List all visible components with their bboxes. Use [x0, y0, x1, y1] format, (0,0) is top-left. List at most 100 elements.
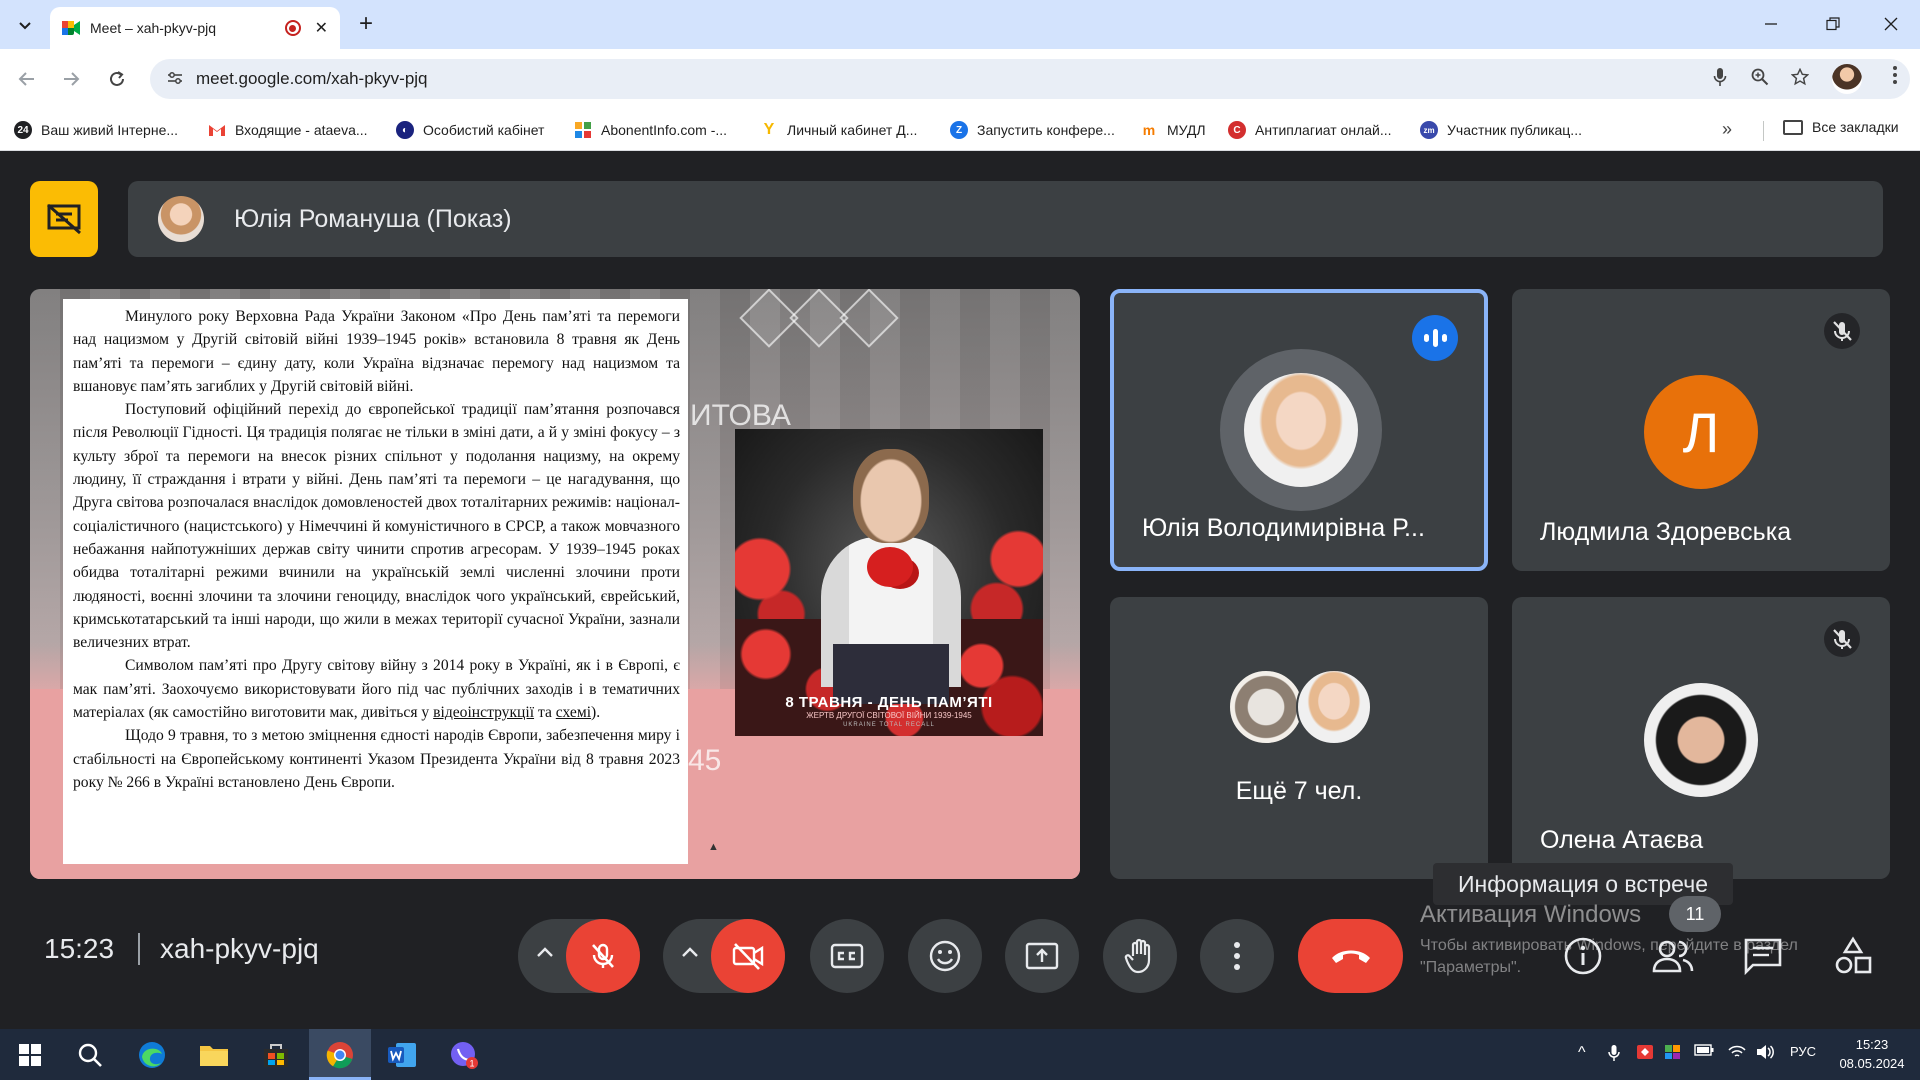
participant-tile-olena[interactable]: Олена Атаєва [1512, 597, 1890, 879]
bookmarks-separator [1763, 121, 1764, 141]
speaking-indicator-icon [1412, 315, 1458, 361]
slide-bg-text: ИТОВА [690, 399, 791, 432]
back-button[interactable] [12, 64, 42, 94]
participant-tile-others[interactable]: Ещё 7 чел. [1110, 597, 1488, 879]
meet-stage: Юлія Романуша (Показ) ИТОВА 45 Минулого … [0, 151, 1920, 1029]
presenter-avatar [158, 196, 204, 242]
tray-colorful-icon[interactable] [1664, 1044, 1682, 1063]
chat-button[interactable] [1738, 931, 1788, 981]
tray-expand-icon[interactable]: ^ [1578, 1044, 1586, 1062]
taskbar-clock[interactable]: 15:23 08.05.2024 [1836, 1035, 1908, 1073]
microphone-toggle-button[interactable] [566, 919, 640, 993]
meeting-clock: 15:23 [44, 933, 115, 964]
bookmark-item[interactable]: AbonentInfo.com -... [574, 119, 727, 141]
site-info-icon[interactable] [160, 71, 190, 88]
participant-tile-lyudmyla[interactable]: Л Людмила Здоревська [1512, 289, 1890, 571]
bookmark-item[interactable]: Входящие - ataeva... [208, 119, 368, 141]
participant-name: Олена Атаєва [1540, 826, 1704, 854]
input-language[interactable]: РУС [1790, 1044, 1816, 1059]
all-bookmarks-button[interactable]: Все закладки [1783, 119, 1899, 135]
raise-hand-button[interactable] [1103, 919, 1177, 993]
folder-icon [1783, 119, 1803, 135]
search-button[interactable] [72, 1037, 108, 1073]
present-screen-button[interactable] [1005, 919, 1079, 993]
slide-bg-number: 45 [688, 744, 722, 777]
edge-button[interactable] [134, 1037, 170, 1073]
new-tab-button[interactable]: + [352, 10, 380, 38]
bookmark-item[interactable]: 24 Ваш живий Інтерне... [14, 119, 178, 141]
tray-mic-icon[interactable] [1608, 1044, 1620, 1065]
videocam-off-icon [732, 943, 764, 970]
arrow-left-icon [18, 72, 34, 86]
profile-avatar[interactable] [1832, 64, 1862, 94]
window-close-button[interactable] [1868, 8, 1914, 40]
bookmark-item[interactable]: zm Участник публикац... [1420, 119, 1582, 141]
participant-tile-yulia[interactable]: Юлія Володимирівна Р... [1110, 289, 1488, 571]
recording-indicator-icon [284, 20, 301, 36]
window-restore-button[interactable] [1810, 8, 1856, 40]
moodle-icon: m [1142, 122, 1156, 138]
audio-options-chevron-icon[interactable] [536, 941, 554, 964]
word-button[interactable] [384, 1037, 420, 1073]
viber-icon: 1 [451, 1042, 478, 1069]
gmail-icon [208, 121, 226, 139]
chrome-button[interactable] [322, 1037, 358, 1073]
forward-button[interactable] [56, 64, 86, 94]
store-button[interactable] [258, 1037, 294, 1073]
chevron-down-icon [19, 22, 31, 30]
call-end-icon [1331, 950, 1370, 963]
info-icon [1564, 937, 1602, 975]
word-icon [388, 1043, 416, 1067]
zoom-icon[interactable] [1740, 68, 1780, 91]
address-bar[interactable]: meet.google.com/xah-pkyv-pjq [150, 59, 1910, 99]
mouse-cursor-icon: ▲ [708, 841, 719, 853]
people-button[interactable] [1648, 931, 1698, 981]
bookmark-star-icon[interactable] [1780, 67, 1820, 91]
bookmark-item[interactable]: C Антиплагиат онлай... [1228, 119, 1392, 141]
search-icon [78, 1043, 102, 1067]
viber-button[interactable]: 1 [446, 1037, 482, 1073]
window-minimize-button[interactable] [1748, 8, 1794, 40]
bookmark-item[interactable]: Z Запустить конфере... [950, 119, 1115, 141]
svg-text:1: 1 [469, 1059, 474, 1069]
restore-icon [1826, 17, 1840, 31]
bookmark-item[interactable]: ◐ Особистий кабінет [396, 119, 544, 141]
more-participants-label: Ещё 7 чел. [1235, 777, 1363, 805]
tab-title: Meet – xah-pkyv-pjq [90, 20, 217, 36]
tab-search-button[interactable] [12, 12, 38, 38]
activities-button[interactable] [1828, 931, 1878, 981]
24-icon: 24 [14, 121, 32, 139]
bookmarks-more-button[interactable]: » [1722, 119, 1732, 140]
tab-close-button[interactable]: ✕ [315, 18, 328, 38]
browser-tab-meet[interactable]: Meet – xah-pkyv-pjq ✕ [50, 7, 340, 49]
video-options-chevron-icon[interactable] [681, 941, 699, 964]
url-text[interactable]: meet.google.com/xah-pkyv-pjq [196, 69, 1700, 89]
close-icon [1884, 17, 1898, 31]
menu-diamond-icon [839, 289, 899, 348]
tray-battery-icon[interactable] [1694, 1044, 1714, 1059]
file-explorer-button[interactable] [196, 1037, 232, 1073]
captions-button[interactable] [810, 919, 884, 993]
poster-brand: UKRAINE TOTAL RECALL [843, 722, 935, 728]
browser-menu-button[interactable] [1880, 64, 1910, 94]
reactions-button[interactable] [908, 919, 982, 993]
present-off-icon [47, 203, 81, 235]
reload-button[interactable] [102, 64, 132, 94]
meeting-details-button[interactable] [1558, 931, 1608, 981]
more-options-button[interactable] [1200, 919, 1274, 993]
tray-wifi-icon[interactable] [1728, 1044, 1746, 1063]
tray-volume-icon[interactable] [1756, 1044, 1774, 1063]
microphone-icon[interactable] [1700, 67, 1740, 92]
windows-taskbar: 1 ^ РУС 15:23 08.05.2024 [0, 1029, 1920, 1080]
leave-call-button[interactable] [1298, 919, 1403, 993]
avatar [1644, 683, 1758, 797]
tray-app-icon[interactable] [1636, 1044, 1654, 1063]
bookmark-item[interactable]: Y Личный кабинет Д... [760, 119, 918, 141]
browser-tab-strip: Meet – xah-pkyv-pjq ✕ + [0, 0, 1920, 49]
stop-presenting-button[interactable] [30, 181, 98, 257]
start-button[interactable] [12, 1037, 48, 1073]
minimize-icon [1765, 23, 1777, 25]
bookmark-item[interactable]: m МУДЛ [1140, 119, 1206, 141]
zm-icon: zm [1420, 121, 1438, 139]
camera-toggle-button[interactable] [711, 919, 785, 993]
